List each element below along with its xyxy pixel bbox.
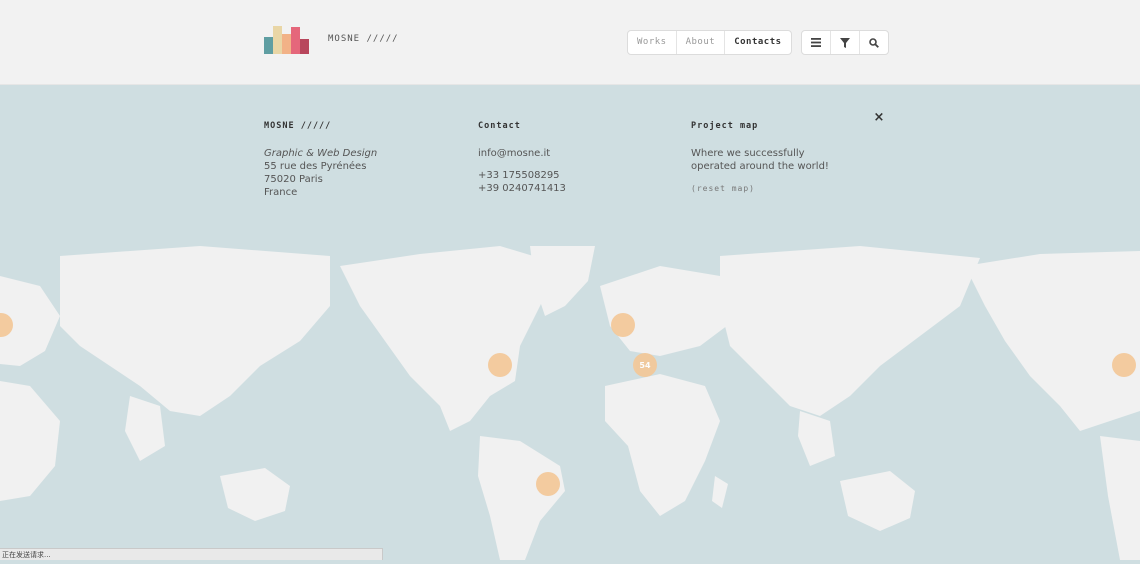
map-marker[interactable] xyxy=(1112,353,1136,377)
info-column-contact: Contact info@mosne.it +33 175508295 +39 … xyxy=(478,120,566,195)
close-icon[interactable]: × xyxy=(873,111,885,124)
nav-works[interactable]: Works xyxy=(628,31,677,54)
address-line-2: 75020 Paris xyxy=(264,174,323,185)
reset-map-link[interactable]: (reset map) xyxy=(691,182,829,195)
project-map-heading: Project map xyxy=(691,121,759,131)
map-marker[interactable] xyxy=(536,472,560,496)
company-tagline: Graphic & Web Design xyxy=(264,148,378,159)
map-marker-cluster[interactable]: 54 xyxy=(633,353,657,377)
nav-about[interactable]: About xyxy=(677,31,726,54)
world-map[interactable]: 54 xyxy=(0,246,1140,560)
brand-name[interactable]: MOSNE ///// xyxy=(328,34,399,44)
browser-status-bar: 正在发送请求... xyxy=(0,548,383,560)
main-nav: Works About Contacts xyxy=(627,30,792,55)
toolbar xyxy=(801,30,889,55)
map-marker[interactable] xyxy=(611,313,635,337)
map-text-2: operated around the world! xyxy=(691,161,829,172)
search-button[interactable] xyxy=(860,31,888,54)
info-column-company: MOSNE ///// Graphic & Web Design 55 rue … xyxy=(264,120,377,199)
mosne-logo[interactable] xyxy=(264,26,310,54)
site-header: MOSNE ///// Works About Contacts xyxy=(0,0,1140,85)
address-country: France xyxy=(264,187,298,198)
search-icon xyxy=(869,37,879,48)
address-line-1: 55 rue des Pyrénées xyxy=(264,161,367,172)
info-column-map: Project map Where we successfully operat… xyxy=(691,120,829,195)
company-heading: MOSNE ///// xyxy=(264,121,332,131)
map-land xyxy=(0,246,1140,560)
menu-button[interactable] xyxy=(802,31,831,54)
email-link[interactable]: info@mosne.it xyxy=(478,147,566,160)
phone-fr[interactable]: +33 175508295 xyxy=(478,169,566,182)
menu-icon xyxy=(811,38,821,47)
map-text-1: Where we successfully xyxy=(691,148,805,159)
filter-icon xyxy=(840,37,850,48)
nav-contacts[interactable]: Contacts xyxy=(725,31,790,54)
map-marker[interactable] xyxy=(488,353,512,377)
contact-heading: Contact xyxy=(478,121,521,131)
filter-button[interactable] xyxy=(831,31,860,54)
phone-it[interactable]: +39 0240741413 xyxy=(478,182,566,195)
